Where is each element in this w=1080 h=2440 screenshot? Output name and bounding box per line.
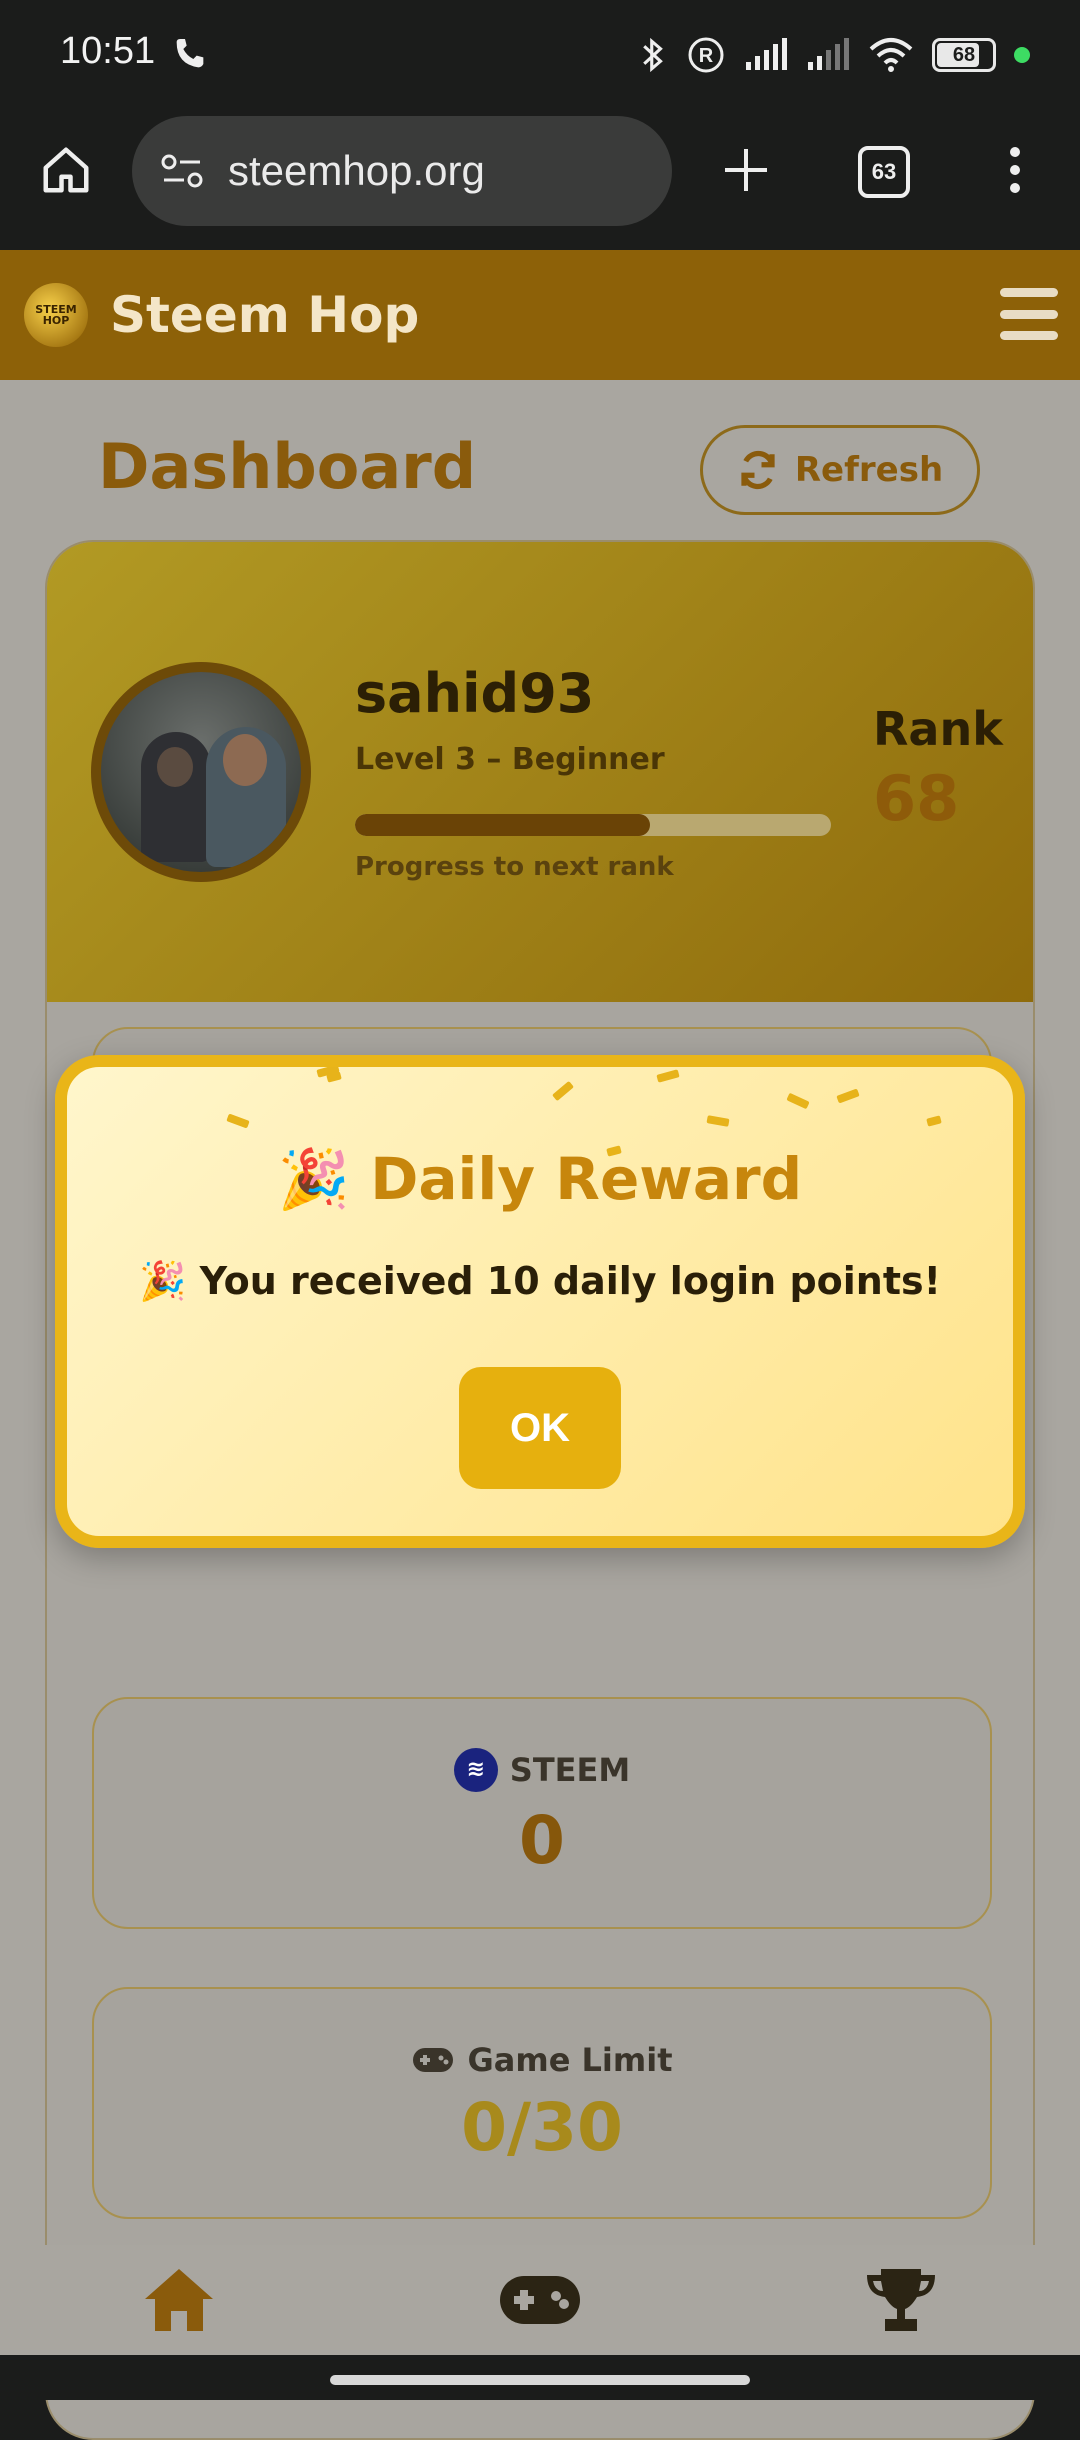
- home-icon[interactable]: [141, 2265, 217, 2335]
- stat-card-steem: ≋ STEEM 0: [92, 1697, 992, 1929]
- status-icons: R 68: [638, 30, 1030, 80]
- level-text: Level 3 – Beginner: [355, 742, 665, 777]
- bluetooth-icon: [643, 37, 663, 73]
- gesture-area: [0, 2355, 1080, 2400]
- signal-weak-icon: [808, 38, 849, 70]
- bottom-nav: [0, 2245, 1080, 2355]
- browser-toolbar: steemhop.org 63: [0, 110, 1080, 250]
- plus-icon: [725, 149, 767, 191]
- stat-label: ≋ STEEM: [453, 1747, 630, 1792]
- new-tab-button[interactable]: [716, 140, 776, 200]
- site-header: STEEM HOP Steem Hop: [0, 250, 1080, 380]
- stat-card-game-limit: Game Limit 0/30: [92, 1987, 992, 2219]
- signal-icon: [746, 38, 787, 70]
- rank-label: Rank: [873, 702, 1003, 756]
- refresh-label: Refresh: [794, 450, 944, 490]
- phone-call-icon: [176, 39, 204, 68]
- profile-header: sahid93 Level 3 – Beginner Progress to n…: [47, 542, 1033, 1002]
- site-settings-icon[interactable]: [160, 151, 204, 191]
- site-logo[interactable]: STEEM HOP: [24, 283, 88, 347]
- status-time: 10:51: [60, 30, 156, 72]
- daily-reward-dialog: 🎉 Daily Reward 🎉 You received 10 daily l…: [55, 1055, 1025, 1548]
- wifi-icon: [869, 38, 913, 72]
- gesture-handle[interactable]: [330, 2375, 750, 2385]
- avatar: [91, 662, 311, 882]
- overflow-menu-button[interactable]: [1000, 140, 1030, 200]
- menu-icon[interactable]: [1000, 288, 1058, 340]
- page-title: Dashboard: [98, 430, 477, 503]
- gamepad-icon[interactable]: [498, 2274, 582, 2326]
- tab-count: 63: [858, 146, 910, 198]
- site-title[interactable]: Steem Hop: [110, 286, 419, 344]
- privacy-dot: [1014, 47, 1030, 63]
- refresh-button[interactable]: Refresh: [700, 425, 980, 515]
- url-text: steemhop.org: [228, 147, 485, 194]
- trophy-icon[interactable]: [863, 2265, 939, 2335]
- rank-value: 68: [873, 762, 960, 835]
- stat-label: Game Limit: [411, 2041, 673, 2079]
- progress-label: Progress to next rank: [355, 852, 674, 882]
- refresh-icon: [741, 450, 775, 490]
- dialog-title: 🎉 Daily Reward: [277, 1145, 803, 1213]
- battery-icon: 68: [932, 38, 996, 72]
- more-vert-icon: [1010, 147, 1020, 193]
- rank-progress-bar: [355, 814, 831, 836]
- home-icon: [43, 147, 89, 193]
- tab-switcher-button[interactable]: 63: [854, 142, 914, 202]
- ok-button[interactable]: OK: [459, 1367, 621, 1489]
- gamepad-icon: [413, 2047, 454, 2072]
- svg-text:R: R: [699, 45, 714, 67]
- username: sahid93: [355, 662, 595, 725]
- stat-value: 0/30: [461, 2088, 623, 2166]
- home-button[interactable]: [36, 140, 96, 200]
- status-bar: 10:51 R 68: [0, 0, 1080, 110]
- address-bar[interactable]: steemhop.org: [132, 116, 672, 226]
- registered-icon: R: [688, 37, 724, 73]
- steem-icon: ≋: [453, 1747, 498, 1792]
- stat-value: 0: [519, 1801, 565, 1879]
- rank-progress-fill: [355, 814, 651, 836]
- dialog-message: 🎉 You received 10 daily login points!: [139, 1259, 941, 1303]
